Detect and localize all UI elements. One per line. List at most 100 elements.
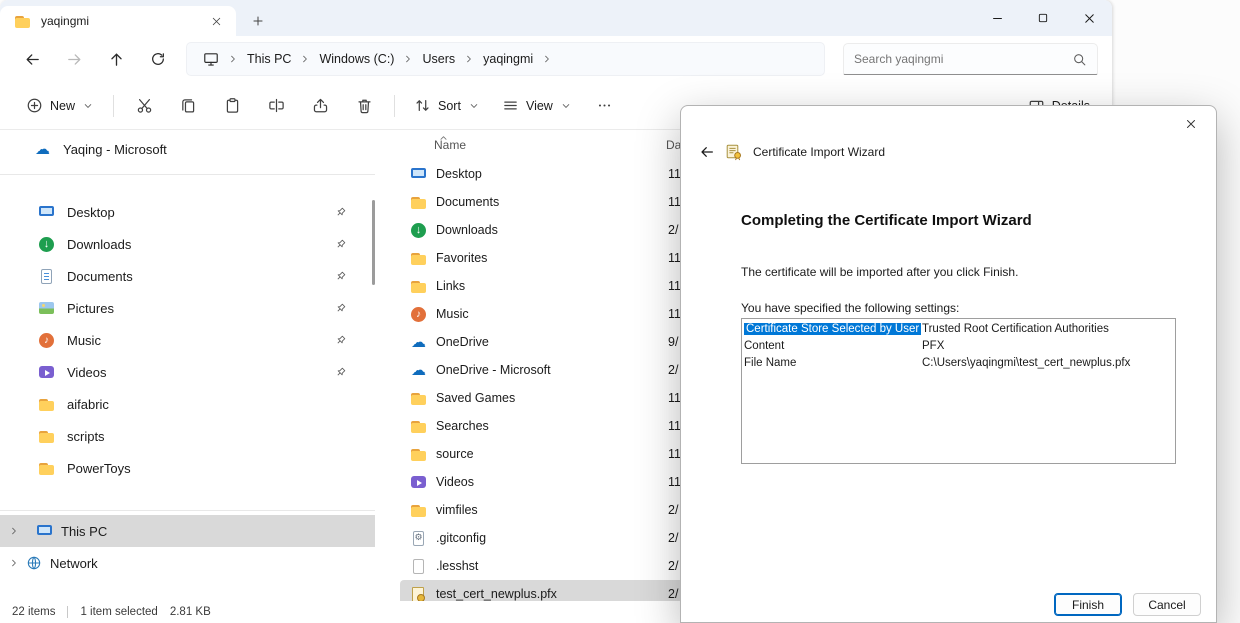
wizard-heading: Completing the Certificate Import Wizard [741,212,1176,229]
file-name: Saved Games [436,391,668,405]
file-date: 2/ [668,503,678,517]
file-type-icon [410,166,427,183]
cancel-button[interactable]: Cancel [1133,593,1201,616]
delete-button[interactable] [343,88,385,124]
setting-value: PFX [922,338,1175,355]
wizard-description: The certificate will be imported after y… [741,265,1176,279]
search-icon [1072,52,1087,67]
breadcrumb-item-users[interactable]: Users [416,49,461,69]
file-type-icon [410,334,427,351]
column-header-name[interactable]: Name [400,138,666,152]
sidebar-item-label: Pictures [67,301,114,316]
file-date: 2/ [668,363,678,377]
sidebar-item-desktop[interactable]: Desktop [0,196,375,228]
copy-button[interactable] [167,88,209,124]
downloads-icon [38,236,55,253]
certificate-wizard-icon [725,143,743,161]
sidebar-item-videos[interactable]: Videos [0,356,375,388]
file-name: Documents [436,195,668,209]
setting-key: File Name [744,355,922,372]
navigation-bar: This PC Windows (C:) Users yaqingmi [0,36,1112,82]
file-date: 2/ [668,531,678,545]
new-tab-button[interactable] [246,9,270,33]
close-button[interactable] [1066,0,1112,36]
breadcrumb-item-this-pc[interactable]: This PC [241,49,297,69]
file-date: 2/ [668,559,678,573]
sidebar-item-label: Documents [67,269,133,284]
pin-icon [334,334,347,347]
breadcrumb-item-drive-c[interactable]: Windows (C:) [313,49,400,69]
dialog-close-button[interactable] [1170,110,1212,138]
chevron-right-icon[interactable] [8,557,20,569]
file-type-icon [410,474,427,491]
view-button-label: View [526,99,553,113]
share-button[interactable] [299,88,341,124]
sidebar-item-music[interactable]: Music [0,324,375,356]
maximize-button[interactable] [1020,0,1066,36]
this-pc-icon [36,523,53,540]
settings-row[interactable]: Content PFX [742,338,1175,355]
tab-close-button[interactable] [204,9,228,33]
pin-icon [334,302,347,315]
sidebar-item-network[interactable]: Network [0,547,375,579]
more-options-button[interactable] [584,88,626,124]
dialog-content: Completing the Certificate Import Wizard… [681,166,1216,582]
cut-button[interactable] [123,88,165,124]
sidebar-item-scripts[interactable]: scripts [0,420,375,452]
breadcrumb[interactable]: This PC Windows (C:) Users yaqingmi [186,42,825,76]
settings-row-selected[interactable]: Certificate Store Selected by User Trust… [742,321,1175,338]
file-type-icon [410,278,427,295]
tab-title: yaqingmi [41,14,194,28]
certificate-file-icon [410,586,427,602]
up-button[interactable] [98,41,134,77]
sidebar-item-powertoys[interactable]: PowerToys [0,452,375,484]
sort-ascending-icon [438,130,449,150]
settings-row[interactable]: File Name C:\Users\yaqingmi\test_cert_ne… [742,355,1175,372]
setting-key: Certificate Store Selected by User [744,321,922,338]
sidebar-scrollbar[interactable] [372,200,375,285]
forward-button[interactable] [56,41,92,77]
sidebar-item-label: Network [50,556,98,571]
sidebar: Yaqing - Microsoft Desktop Downloads Doc… [0,130,375,601]
minimize-button[interactable] [974,0,1020,36]
sort-button[interactable]: Sort [404,88,490,124]
view-button[interactable]: View [492,88,582,124]
rename-button[interactable] [255,88,297,124]
file-name: Searches [436,419,668,433]
toolbar-divider [113,95,114,117]
sidebar-item-onedrive[interactable]: Yaqing - Microsoft [0,134,375,164]
setting-value: Trusted Root Certification Authorities [922,321,1175,338]
sort-button-label: Sort [438,99,461,113]
paste-button[interactable] [211,88,253,124]
chevron-right-icon [227,53,239,65]
settings-caption: You have specified the following setting… [741,301,1176,315]
sidebar-item-documents[interactable]: Documents [0,260,375,292]
file-date: 2/ [668,223,678,237]
chevron-right-icon[interactable] [8,525,20,537]
folder-icon [14,13,31,30]
sidebar-item-this-pc[interactable]: This PC [0,515,375,547]
status-selection: 1 item selected [80,606,157,618]
sidebar-item-downloads[interactable]: Downloads [0,228,375,260]
file-name: OneDrive - Microsoft [436,363,668,377]
new-button[interactable]: New [16,88,104,124]
folder-icon [38,396,55,413]
file-type-icon [410,250,427,267]
search-box[interactable] [843,43,1098,75]
sidebar-item-aifabric[interactable]: aifabric [0,388,375,420]
file-type-icon [410,194,427,211]
back-button[interactable] [14,41,50,77]
breadcrumb-item-yaqingmi[interactable]: yaqingmi [477,49,539,69]
sidebar-item-label: Yaqing - Microsoft [63,142,167,157]
pictures-icon [38,300,55,317]
refresh-button[interactable] [140,41,176,77]
explorer-tab[interactable]: yaqingmi [0,6,236,36]
sidebar-item-label: scripts [67,429,105,444]
settings-listbox[interactable]: Certificate Store Selected by User Trust… [741,318,1176,464]
sidebar-item-pictures[interactable]: Pictures [0,292,375,324]
search-input[interactable] [854,52,1064,66]
finish-button[interactable]: Finish [1054,593,1122,616]
file-name: OneDrive [436,335,668,349]
dialog-title-bar [681,106,1216,138]
dialog-back-button[interactable] [699,144,715,160]
